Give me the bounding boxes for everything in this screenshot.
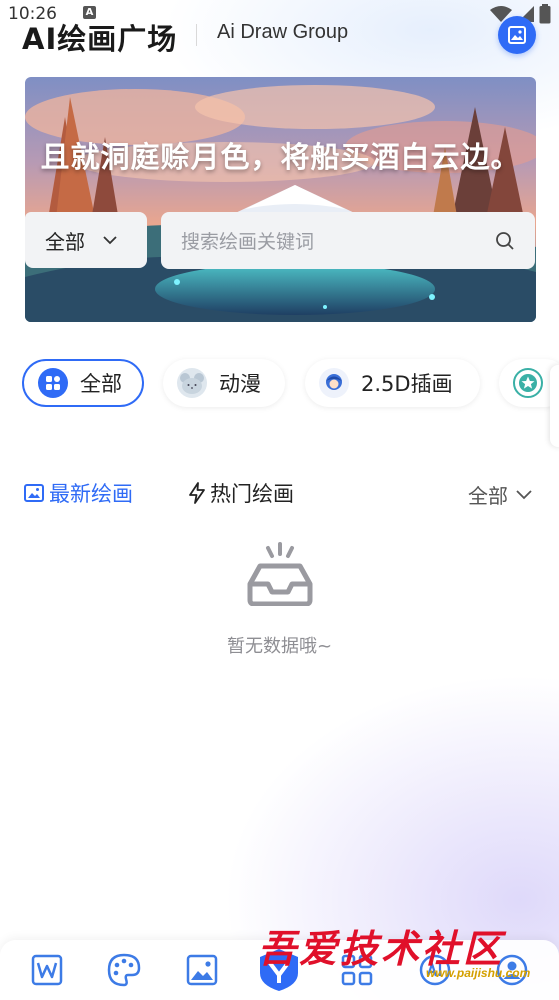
search-icon[interactable] bbox=[495, 231, 515, 251]
category-filter-select[interactable]: 全部 bbox=[25, 212, 147, 268]
side-drawer-handle[interactable] bbox=[550, 365, 559, 447]
my-gallery-button[interactable] bbox=[498, 16, 536, 54]
search-input[interactable]: 搜索绘画关键词 bbox=[161, 212, 535, 269]
tab-hot-label: 热门绘画 bbox=[210, 482, 294, 506]
image-icon bbox=[508, 26, 526, 44]
tab-latest[interactable]: 最新绘画 bbox=[23, 478, 133, 508]
chevron-down-icon bbox=[103, 235, 117, 244]
banner-landscape-image bbox=[25, 77, 536, 322]
grid-icon bbox=[38, 368, 68, 398]
nav-palette-button[interactable] bbox=[100, 946, 148, 994]
tab-hot[interactable]: 热门绘画 bbox=[188, 478, 294, 508]
image-icon bbox=[186, 954, 218, 986]
category-chip-label: 全部 bbox=[80, 372, 122, 396]
mouse-face-icon bbox=[177, 368, 207, 398]
empty-state-text: 暂无数据哦~ bbox=[226, 636, 333, 657]
hero-banner: 且就洞庭赊月色，将船买酒白云边。 bbox=[25, 77, 536, 322]
sort-select[interactable]: 全部 bbox=[468, 480, 532, 509]
search-placeholder: 搜索绘画关键词 bbox=[181, 231, 315, 253]
image-icon bbox=[24, 484, 44, 502]
battery-icon bbox=[539, 4, 551, 24]
lightning-icon bbox=[189, 482, 205, 504]
category-filter-value: 全部 bbox=[45, 229, 85, 254]
category-chip-all[interactable]: 全部 bbox=[22, 359, 144, 407]
site-watermark: 吾爱技术社区 www.paijishu.com bbox=[258, 918, 558, 988]
category-chip-label: 动漫 bbox=[219, 372, 261, 396]
watermark-url: www.paijishu.com bbox=[426, 966, 531, 980]
chevron-down-icon bbox=[516, 489, 532, 499]
title-divider bbox=[196, 24, 197, 46]
palette-icon bbox=[108, 953, 141, 987]
sort-select-value: 全部 bbox=[468, 484, 508, 508]
watermark-text: 吾爱技术社区 bbox=[258, 926, 505, 971]
page-title: AI绘画广场 bbox=[22, 22, 178, 56]
star-badge-icon bbox=[513, 368, 543, 398]
category-chip-label: 2.5D插画 bbox=[361, 372, 453, 396]
page-subtitle: Ai Draw Group bbox=[217, 21, 349, 43]
nav-document-button[interactable] bbox=[23, 946, 71, 994]
word-doc-icon bbox=[31, 954, 63, 986]
empty-tray-icon bbox=[246, 542, 314, 610]
character-icon bbox=[319, 368, 349, 398]
nav-image-button[interactable] bbox=[178, 946, 226, 994]
category-chip-2-5d[interactable]: 2.5D插画 bbox=[305, 359, 480, 407]
banner-quote: 且就洞庭赊月色，将船买酒白云边。 bbox=[40, 140, 521, 174]
category-chip-anime[interactable]: 动漫 bbox=[163, 359, 285, 407]
tab-latest-label: 最新绘画 bbox=[49, 482, 133, 506]
